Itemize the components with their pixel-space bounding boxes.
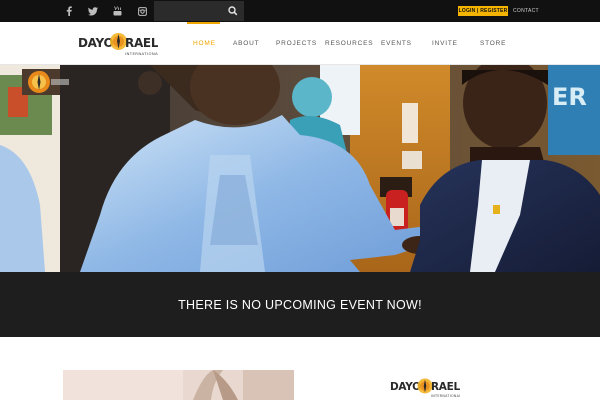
event-message: THERE IS NO UPCOMING EVENT NOW! xyxy=(178,297,422,312)
hero-image: ER xyxy=(0,65,600,272)
svg-text:RAEL: RAEL xyxy=(431,381,460,393)
nav-events[interactable]: EVENTS xyxy=(381,22,412,65)
nav-home[interactable]: HOME xyxy=(193,22,216,65)
search-icon[interactable] xyxy=(226,4,240,18)
svg-text:INTERNATIONAL: INTERNATIONAL xyxy=(431,394,460,398)
facebook-icon[interactable] xyxy=(57,0,81,22)
event-banner: THERE IS NO UPCOMING EVENT NOW! xyxy=(0,272,600,337)
svg-text:ER: ER xyxy=(552,83,587,111)
site-logo[interactable]: DAYO RAEL INTERNATIONAL xyxy=(78,30,161,58)
youtube-icon[interactable] xyxy=(105,0,129,22)
search-box xyxy=(154,1,244,21)
nav-store[interactable]: STORE xyxy=(480,22,506,65)
content-photo[interactable] xyxy=(63,370,294,400)
instagram-icon[interactable] xyxy=(130,0,154,22)
hero-logo-watermark xyxy=(25,69,71,95)
svg-text:DAYO: DAYO xyxy=(390,381,421,393)
nav-invite[interactable]: INVITE xyxy=(432,22,458,65)
top-bar: LOGIN | REGISTER CONTACT xyxy=(0,0,600,22)
nav-about[interactable]: ABOUT xyxy=(233,22,259,65)
footer-logo[interactable]: DAYO RAEL INTERNATIONAL xyxy=(390,375,460,400)
contact-link[interactable]: CONTACT xyxy=(513,6,539,16)
svg-text:RAEL: RAEL xyxy=(125,36,158,50)
content-section: DAYO RAEL INTERNATIONAL xyxy=(0,337,600,400)
nav-projects[interactable]: PROJECTS xyxy=(276,22,317,65)
svg-text:INTERNATIONAL: INTERNATIONAL xyxy=(125,51,158,56)
twitter-icon[interactable] xyxy=(81,0,105,22)
search-input[interactable] xyxy=(158,4,224,18)
login-register-button[interactable]: LOGIN | REGISTER xyxy=(458,6,508,16)
site-header: DAYO RAEL INTERNATIONAL HOME ABOUT PROJE… xyxy=(0,22,600,65)
nav-resources[interactable]: RESOURCES xyxy=(325,22,373,65)
svg-text:DAYO: DAYO xyxy=(78,36,113,50)
